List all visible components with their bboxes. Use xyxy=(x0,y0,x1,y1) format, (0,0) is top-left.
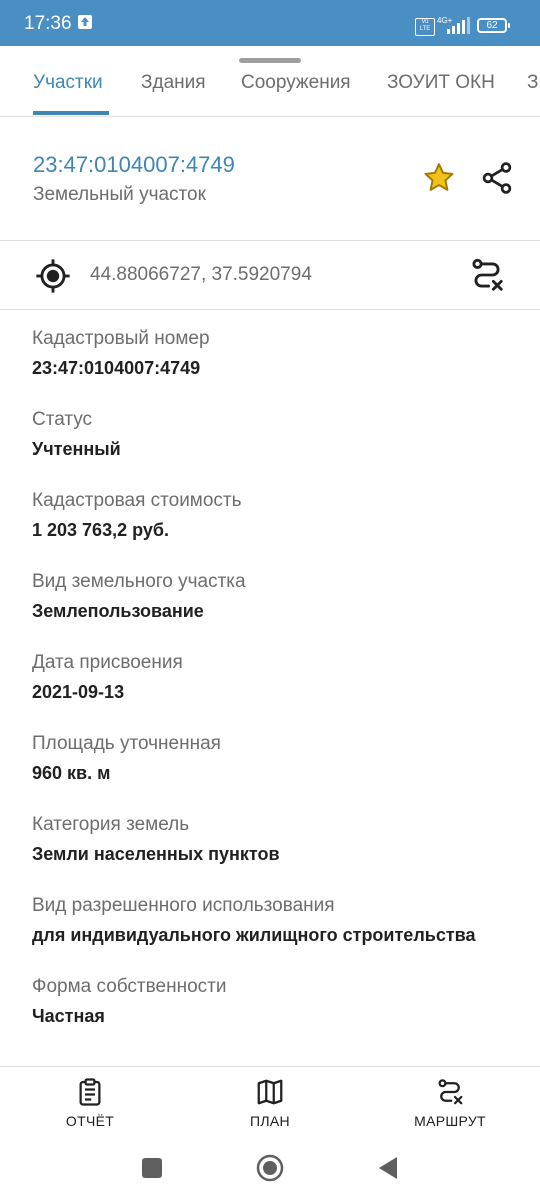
report-button[interactable]: ОТЧЁТ xyxy=(30,1077,150,1129)
tab-buildings[interactable]: Здания xyxy=(141,72,206,94)
properties-list: Кадастровый номер 23:47:0104007:4749 Ста… xyxy=(32,326,522,1055)
battery-icon: 62 xyxy=(477,18,510,33)
report-label: ОТЧЁТ xyxy=(65,1113,115,1129)
parcel-number[interactable]: 23:47:0104007:4749 xyxy=(33,152,235,178)
property-label: Вид земельного участка xyxy=(32,571,246,592)
tab-zouit-okn[interactable]: ЗОУИТ ОКН xyxy=(387,72,495,94)
property-value: 23:47:0104007:4749 xyxy=(32,358,201,378)
volte-badge: Vo LTE xyxy=(415,18,435,36)
map-icon xyxy=(257,1079,283,1105)
property-value: Земли населенных пунктов xyxy=(32,844,280,864)
divider xyxy=(0,309,540,310)
property-value: 960 кв. м xyxy=(32,763,111,783)
property-status: Статус Учтенный xyxy=(32,407,522,488)
recents-icon[interactable] xyxy=(142,1158,162,1178)
divider xyxy=(0,240,540,241)
property-value: Учтенный xyxy=(32,439,121,459)
upload-icon xyxy=(78,15,92,29)
target-icon[interactable] xyxy=(34,257,72,295)
bottom-nav: ОТЧЁТ ПЛАН МАРШРУТ xyxy=(0,1066,540,1143)
tab-indicator xyxy=(33,111,109,115)
share-icon[interactable] xyxy=(479,160,515,196)
home-icon[interactable] xyxy=(256,1154,284,1182)
status-time: 17:36 xyxy=(24,13,72,34)
property-cadastral-value: Кадастровая стоимость 1 203 763,2 руб. xyxy=(32,488,522,569)
route-label: МАРШРУТ xyxy=(414,1113,486,1129)
property-assigned-date: Дата присвоения 2021-09-13 xyxy=(32,650,522,731)
property-parcel-kind: Вид земельного участка Землепользование xyxy=(32,569,522,650)
property-value: 2021-09-13 xyxy=(32,682,125,702)
parcel-type: Земельный участок xyxy=(33,184,206,205)
property-value: 1 203 763,2 руб. xyxy=(32,520,169,540)
property-label: Кадастровый номер xyxy=(32,328,210,349)
property-value: для индивидуального жилищного строительс… xyxy=(32,925,476,945)
plan-button[interactable]: ПЛАН xyxy=(210,1077,330,1129)
property-ownership: Форма собственности Частная xyxy=(32,974,522,1055)
property-label: Категория земель xyxy=(32,814,190,835)
property-label: Дата присвоения xyxy=(32,652,183,673)
property-value: Землепользование xyxy=(32,601,204,621)
star-icon[interactable] xyxy=(421,160,457,196)
property-value: Частная xyxy=(32,1006,105,1026)
tab-bar: Участки Здания Сооружения ЗОУИТ ОКН З xyxy=(0,62,540,117)
property-label: Площадь уточненная xyxy=(32,733,221,754)
plan-label: ПЛАН xyxy=(250,1113,290,1129)
back-icon[interactable] xyxy=(377,1156,399,1180)
property-area: Площадь уточненная 960 кв. м xyxy=(32,731,522,812)
tab-parcels[interactable]: Участки xyxy=(33,72,103,94)
system-nav xyxy=(0,1142,540,1200)
property-label: Кадастровая стоимость xyxy=(32,490,242,511)
property-land-category: Категория земель Земли населенных пункто… xyxy=(32,812,522,893)
property-cadastral-number: Кадастровый номер 23:47:0104007:4749 xyxy=(32,326,522,407)
coordinates[interactable]: 44.88066727, 37.5920794 xyxy=(90,264,312,286)
route-cancel-icon xyxy=(438,1079,463,1105)
property-label: Форма собственности xyxy=(32,976,227,997)
property-permitted-use: Вид разрешенного использования для индив… xyxy=(32,893,522,974)
tab-more[interactable]: З xyxy=(527,72,538,94)
tab-structures[interactable]: Сооружения xyxy=(241,72,351,94)
property-label: Статус xyxy=(32,409,93,430)
signal-icon xyxy=(446,17,472,40)
route-cancel-icon[interactable] xyxy=(468,256,506,294)
clipboard-icon xyxy=(79,1078,101,1106)
status-bar: 17:36 Vo LTE 4G+ 62 xyxy=(0,0,540,46)
property-label: Вид разрешенного использования xyxy=(32,895,335,916)
route-button[interactable]: МАРШРУТ xyxy=(390,1077,510,1129)
